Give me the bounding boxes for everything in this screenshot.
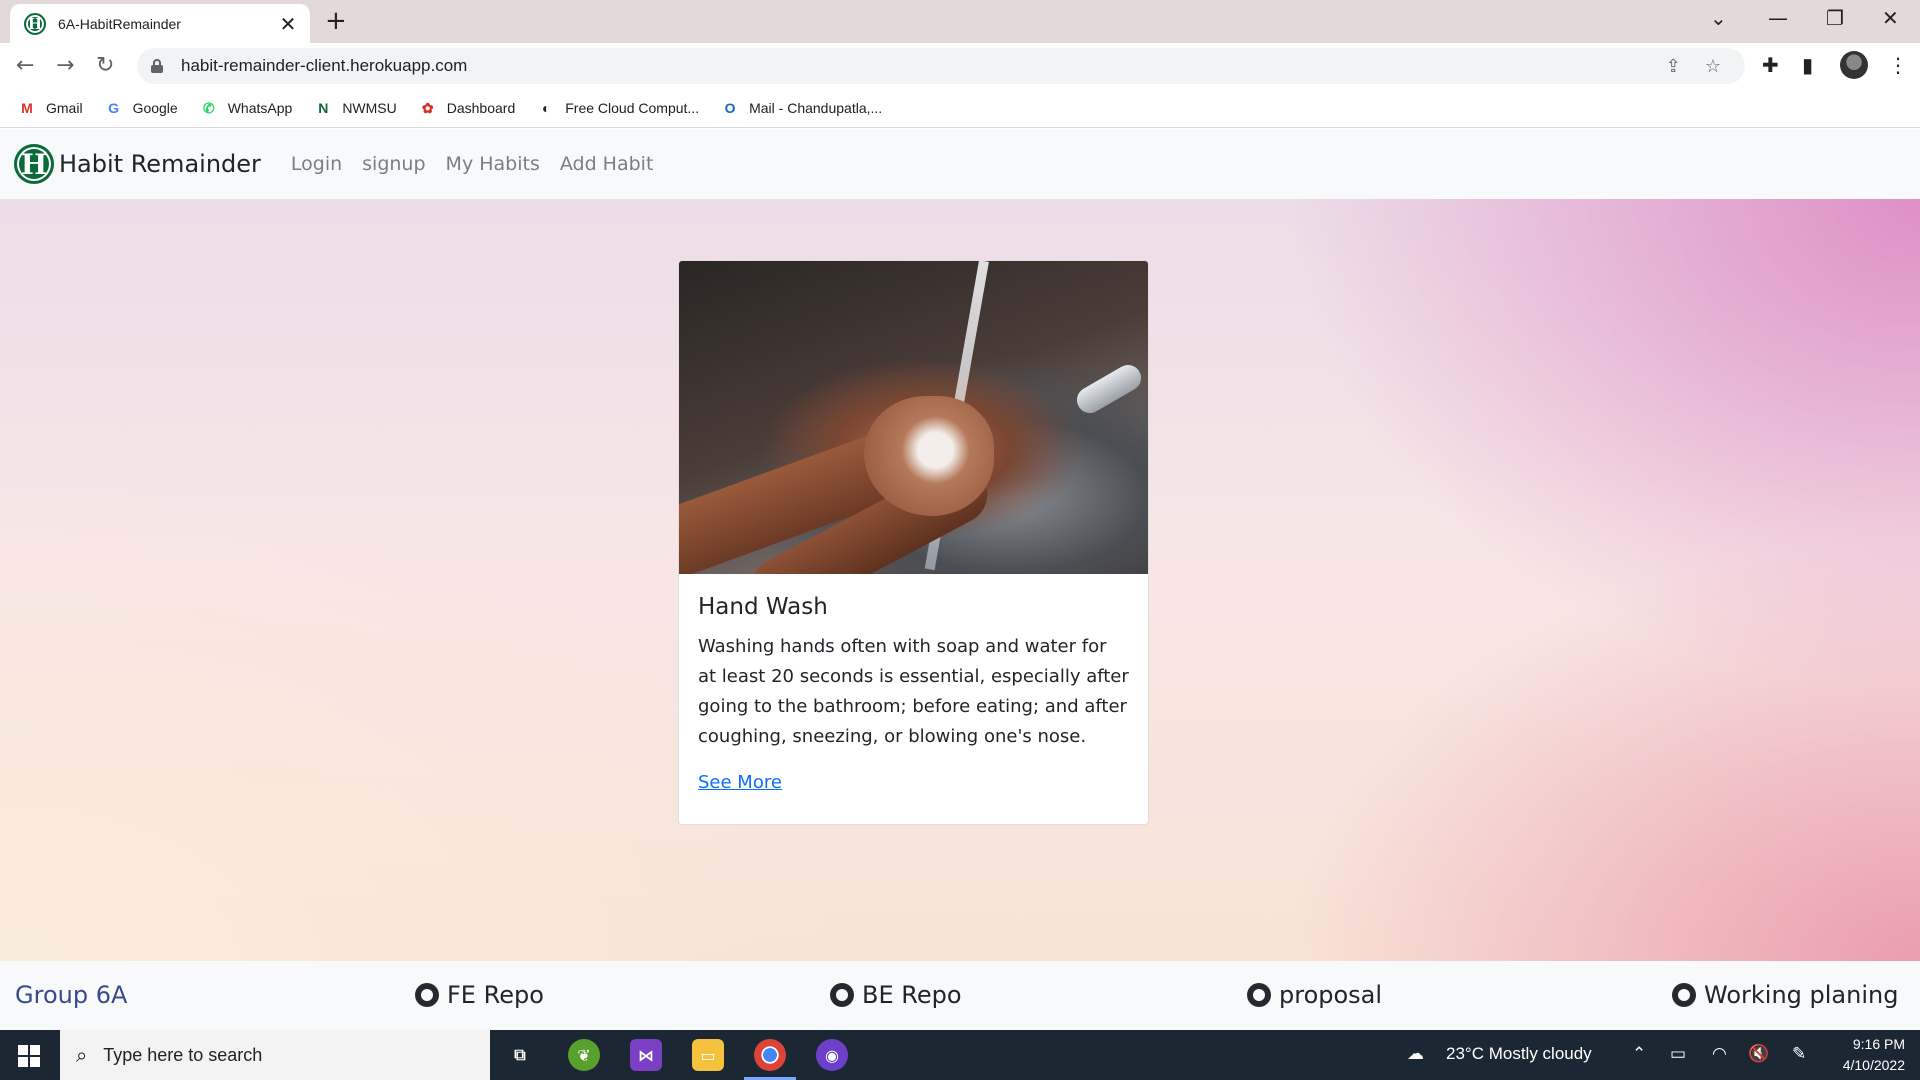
bookmark-item[interactable]: ✿ Dashboard (419, 99, 516, 117)
browser-titlebar: H 6A-HabitRemainder ✕ + ⌄ — ❐ ✕ (0, 0, 1920, 43)
browser-tab[interactable]: H 6A-HabitRemainder ✕ (10, 4, 310, 43)
cloud-icon: ◐ (542, 100, 551, 116)
faucet (1072, 360, 1146, 418)
bookmark-item[interactable]: ◐ Free Cloud Comput... (537, 99, 699, 117)
windows-taskbar: ⌕ Type here to search ⧉ ❦ ⋈ ▭ ◉ ☁ 23°C M… (0, 1030, 1920, 1080)
footer-be-repo-link[interactable]: BE Repo (830, 981, 962, 1009)
dashboard-icon: ✿ (421, 99, 434, 116)
gmail-icon: M (21, 100, 33, 116)
habit-card: Hand Wash Washing hands often with soap … (678, 260, 1149, 825)
clock-time: 9:16 PM (1852, 1036, 1905, 1052)
nwmsu-icon: N (318, 100, 329, 116)
habit-logo-icon[interactable]: H (14, 144, 54, 184)
windows-start-icon[interactable] (18, 1045, 40, 1067)
footer-be-repo-label: BE Repo (862, 981, 962, 1009)
pen-icon[interactable]: ✎ (1792, 1044, 1806, 1064)
brand-name[interactable]: Habit Remainder (59, 150, 261, 178)
github-icon (1672, 983, 1696, 1007)
reload-icon[interactable]: ↻ (96, 53, 114, 78)
see-more-link[interactable]: See More (698, 772, 782, 793)
spring-tool-icon[interactable]: ❦ (568, 1039, 600, 1071)
tab-search-chevron-icon[interactable]: ⌄ (1710, 6, 1727, 30)
back-arrow-icon[interactable]: ← (16, 53, 34, 78)
weather-cloud-icon[interactable]: ☁ (1407, 1044, 1424, 1064)
outlook-icon: O (724, 100, 736, 116)
task-view-icon[interactable]: ⧉ (504, 1039, 536, 1071)
hand-wash-image (679, 261, 1148, 574)
search-icon: ⌕ (76, 1043, 88, 1067)
clock-date: 4/10/2022 (1842, 1057, 1905, 1073)
soapy-hands (864, 396, 994, 516)
footer-group-name: Group 6A (15, 981, 128, 1009)
url-text[interactable]: habit-remainder-client.herokuapp.com (181, 56, 1666, 76)
visual-studio-icon[interactable]: ⋈ (630, 1039, 662, 1071)
nav-my-habits[interactable]: My Habits (446, 153, 540, 175)
footer-proposal-label: proposal (1279, 981, 1383, 1009)
card-title: Hand Wash (698, 594, 828, 620)
chrome-icon[interactable] (744, 1039, 796, 1080)
google-icon: G (108, 100, 119, 116)
card-body: Hand Wash Washing hands often with soap … (679, 574, 1148, 813)
menu-kebab-icon[interactable]: ⋮ (1888, 53, 1908, 77)
bookmark-label: Mail - Chandupatla,... (749, 100, 883, 116)
file-explorer-icon[interactable]: ▭ (692, 1039, 724, 1071)
footer-fe-repo-label: FE Repo (447, 981, 544, 1009)
whatsapp-icon: ✆ (202, 99, 215, 116)
taskbar-search-placeholder: Type here to search (103, 1044, 263, 1065)
bookmark-label: Gmail (46, 100, 83, 116)
card-text: Washing hands often with soap and water … (698, 636, 1129, 747)
profile-avatar[interactable] (1840, 51, 1868, 79)
battery-icon[interactable]: ▭ (1670, 1044, 1686, 1064)
nav-add-habit[interactable]: Add Habit (560, 153, 654, 175)
site-footer: Group 6A FE Repo BE Repo proposal Workin… (0, 961, 1920, 1030)
taskbar-clock[interactable]: 9:16 PM 4/10/2022 (1825, 1034, 1905, 1076)
bookmark-item[interactable]: ✆ WhatsApp (200, 99, 293, 117)
close-window-button[interactable]: ✕ (1882, 6, 1899, 30)
share-icon[interactable]: ⇪ (1666, 56, 1681, 77)
footer-proposal-link[interactable]: proposal (1247, 981, 1382, 1009)
nav-signup[interactable]: signup (362, 153, 425, 175)
restore-button[interactable]: ❐ (1826, 6, 1844, 30)
side-panel-icon[interactable]: ▮ (1802, 53, 1813, 77)
lock-icon[interactable] (151, 59, 163, 73)
bookmarks-bar: M Gmail G Google ✆ WhatsApp N NWMSU ✿ Dashboard ◐ F… (0, 89, 1920, 128)
minimize-button[interactable]: — (1768, 6, 1788, 30)
bookmark-item[interactable]: M Gmail (18, 99, 83, 117)
bookmark-item[interactable]: G Google (105, 99, 178, 117)
bookmark-item[interactable]: O Mail - Chandupatla,... (721, 99, 883, 117)
extensions-puzzle-icon[interactable]: ✚ (1762, 53, 1779, 77)
bookmark-label: Free Cloud Comput... (565, 100, 700, 116)
github-icon (415, 983, 439, 1007)
tray-chevron-icon[interactable]: ⌃ (1632, 1044, 1646, 1064)
bookmark-label: NWMSU (342, 100, 397, 116)
footer-working-planing-label: Working planing (1704, 981, 1899, 1009)
bookmark-label: Google (132, 100, 178, 116)
browser-toolbar: ← → ↻ habit-remainder-client.herokuapp.c… (0, 43, 1920, 89)
weather-text[interactable]: 23°C Mostly cloudy (1446, 1044, 1592, 1064)
wifi-icon[interactable]: ◠ (1712, 1044, 1727, 1064)
nav-login[interactable]: Login (291, 153, 342, 175)
github-icon (830, 983, 854, 1007)
new-tab-button[interactable]: + (325, 6, 347, 36)
footer-working-planing-link[interactable]: Working planing (1672, 981, 1898, 1009)
tab-title: 6A-HabitRemainder (58, 15, 181, 32)
github-desktop-icon[interactable]: ◉ (816, 1039, 848, 1071)
bookmark-item[interactable]: N NWMSU (314, 99, 397, 117)
forward-arrow-icon[interactable]: → (56, 53, 74, 78)
habit-favicon-icon: H (24, 12, 46, 35)
footer-fe-repo-link[interactable]: FE Repo (415, 981, 544, 1009)
bookmark-label: WhatsApp (227, 100, 293, 116)
volume-muted-icon[interactable]: 🔇 (1748, 1044, 1769, 1064)
bookmark-star-icon[interactable]: ☆ (1705, 56, 1721, 77)
site-navbar: H Habit Remainder Login signup My Habits… (0, 129, 1920, 199)
taskbar-search[interactable]: ⌕ Type here to search (60, 1030, 490, 1080)
address-bar[interactable]: habit-remainder-client.herokuapp.com ⇪ ☆ (137, 48, 1745, 84)
tab-close-icon[interactable]: ✕ (278, 12, 298, 36)
bookmark-label: Dashboard (446, 100, 516, 116)
github-icon (1247, 983, 1271, 1007)
